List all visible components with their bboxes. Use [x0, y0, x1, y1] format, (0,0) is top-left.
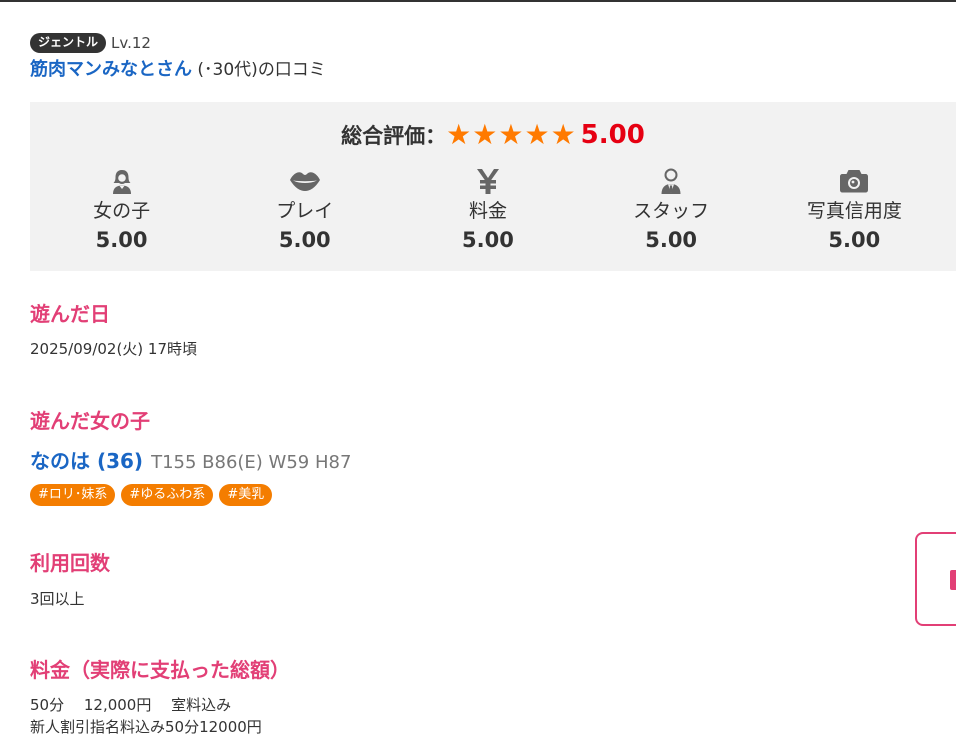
usage-section: 利用回数 3回以上 [30, 550, 110, 610]
star-rating: ★★★★★ [446, 118, 577, 151]
reviewer-name-link[interactable]: 筋肉マンみなとさん [30, 59, 192, 80]
staff-icon [580, 166, 763, 196]
lips-icon [213, 166, 396, 196]
reviewer-age: (･30代) [192, 60, 258, 80]
category-score: 5.00 [278, 228, 331, 252]
price-section: 料金（実際に支払った総額） 50分 12,000円 室料込み 新人割引指名料込み… [30, 657, 290, 738]
floating-side-button[interactable] [915, 532, 956, 626]
category-score: 5.00 [828, 228, 881, 252]
section-title: 遊んだ女の子 [30, 409, 150, 433]
tag-chip[interactable]: #美乳 [219, 484, 273, 506]
category-score: 5.00 [95, 228, 148, 252]
reviewer-level: Lv.12 [111, 34, 151, 52]
top-divider [0, 0, 956, 2]
girl-specs: T155 B86(E) W59 H87 [151, 452, 352, 473]
visit-date-value: 2025/09/02(火) 17時頃 [30, 340, 198, 358]
category-girl: 女の子 5.00 [30, 166, 213, 254]
review-suffix: の口コミ [257, 60, 326, 80]
category-label: 女の子 [93, 200, 151, 222]
section-title: 遊んだ日 [30, 302, 110, 326]
side-button-icon [950, 570, 956, 590]
category-ratings: 女の子 5.00 プレイ 5.00 料金 5.00 スタッフ 5.00 写真信用… [30, 166, 946, 254]
price-note: 新人割引指名料込み50分12000円 [30, 718, 262, 736]
girl-section: 遊んだ女の子 なのは (36) T155 B86(E) W59 H87 #ロリ･妹… [30, 408, 351, 506]
girl-tags: #ロリ･妹系 #ゆるふわ系 #美乳 [30, 484, 351, 506]
visit-date-section: 遊んだ日 2025/09/02(火) 17時頃 [30, 301, 197, 360]
category-price: 料金 5.00 [396, 166, 579, 254]
rank-badge: ジェントル [30, 33, 107, 53]
category-play: プレイ 5.00 [213, 166, 396, 254]
category-score: 5.00 [462, 228, 514, 252]
category-staff: スタッフ 5.00 [580, 166, 763, 254]
girl-icon [30, 166, 213, 196]
category-score: 5.00 [645, 228, 698, 252]
camera-icon [763, 166, 946, 196]
reviewer-header: ジェントル Lv.12 筋肉マンみなとさん (･30代)の口コミ [30, 32, 326, 81]
price-value: 50分 12,000円 室料込み [30, 696, 232, 714]
category-label: プレイ [276, 200, 334, 222]
tag-chip[interactable]: #ロリ･妹系 [30, 484, 116, 506]
overall-rating-label: 総合評価： [341, 124, 447, 148]
rating-panel: 総合評価：★★★★★ 5.00 女の子 5.00 プレイ 5.00 料金 5.0… [30, 102, 956, 271]
overall-rating: 総合評価：★★★★★ 5.00 [30, 116, 956, 155]
category-label: 料金 [468, 200, 507, 222]
tag-chip[interactable]: #ゆるふわ系 [121, 484, 214, 506]
girl-info: なのは (36) T155 B86(E) W59 H87 [30, 448, 351, 476]
usage-value: 3回以上 [30, 590, 85, 608]
yen-icon [396, 166, 579, 196]
review-heading: 筋肉マンみなとさん (･30代)の口コミ [30, 59, 326, 81]
girl-name-link[interactable]: なのは (36) [30, 449, 143, 473]
category-label: 写真信用度 [806, 200, 902, 222]
section-title: 料金（実際に支払った総額） [30, 658, 290, 682]
section-title: 利用回数 [30, 551, 110, 575]
category-photo-trust: 写真信用度 5.00 [763, 166, 946, 254]
overall-score: 5.00 [580, 120, 645, 150]
category-label: スタッフ [633, 200, 710, 222]
